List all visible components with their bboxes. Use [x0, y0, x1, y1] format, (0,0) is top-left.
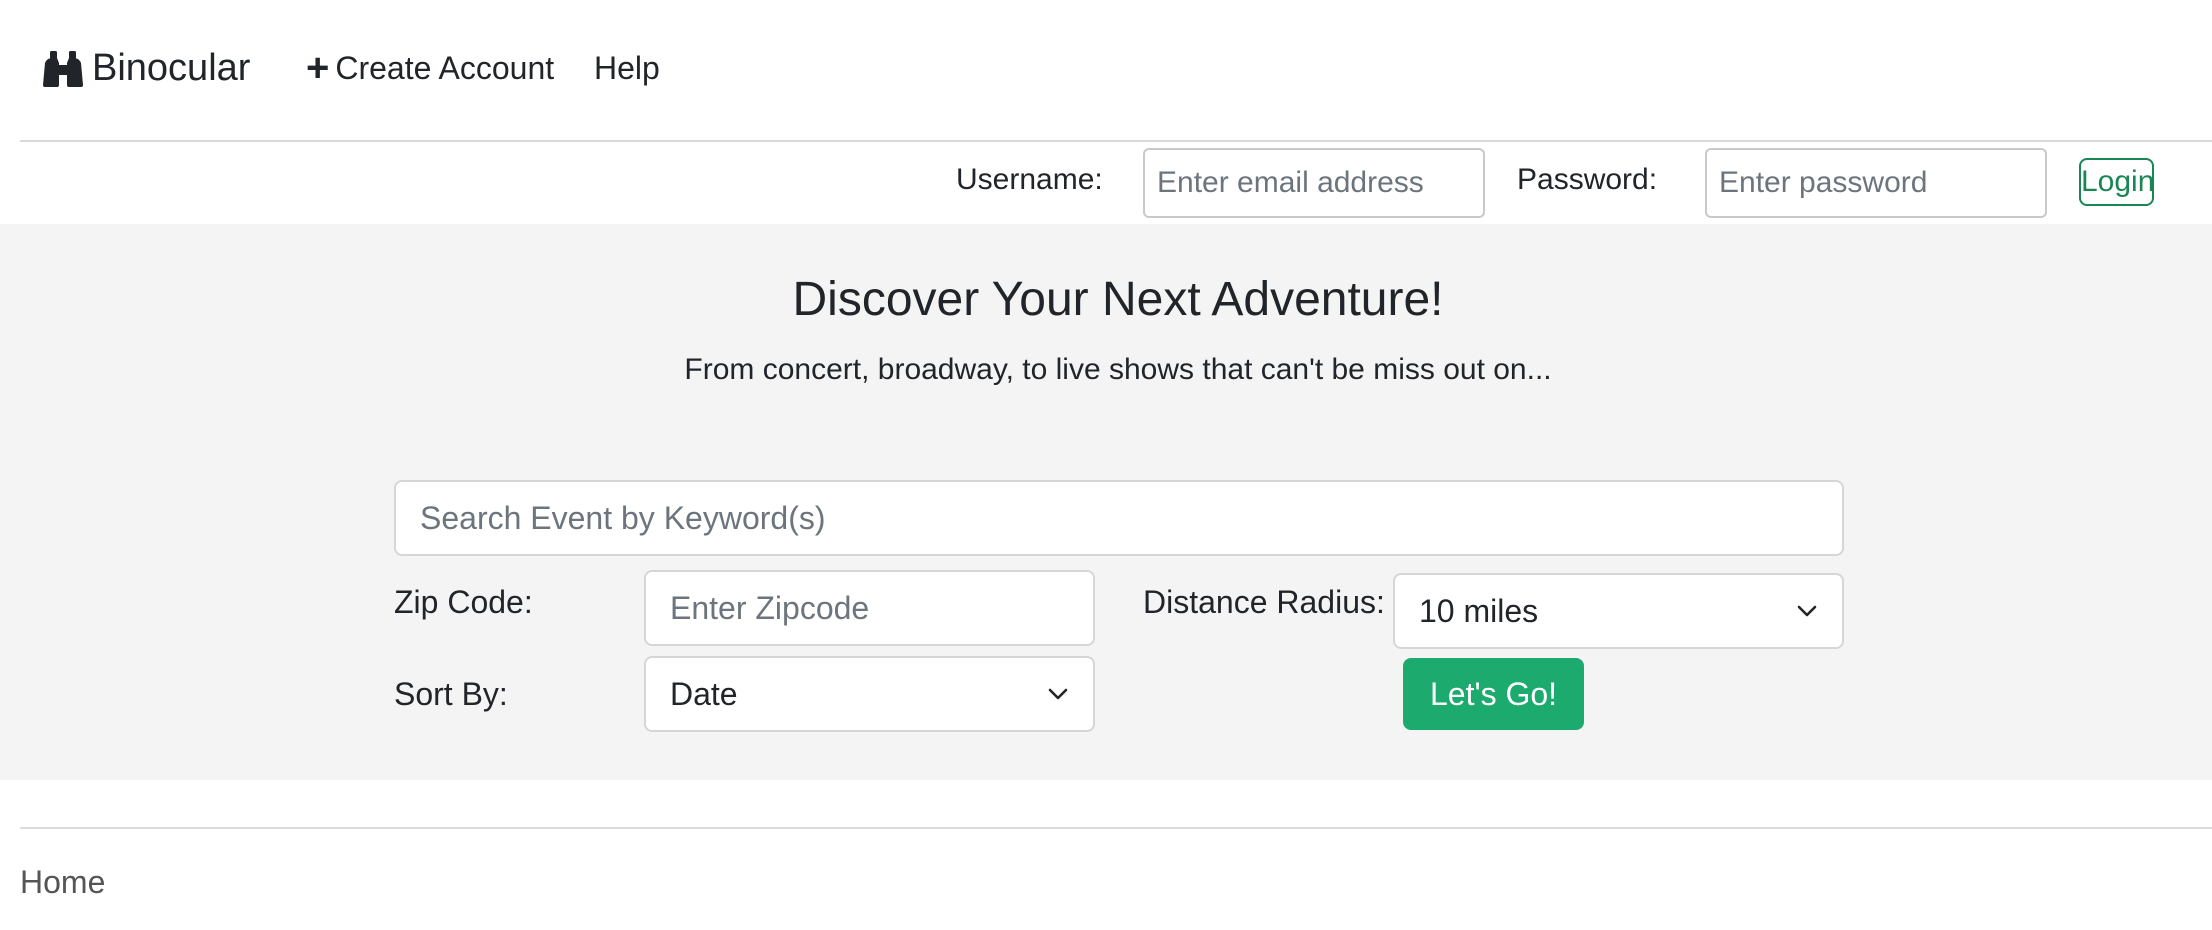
breadcrumb-home: Home	[20, 864, 106, 900]
create-account-link[interactable]: + Create Account	[306, 44, 554, 92]
login-button[interactable]: Login	[2079, 158, 2154, 206]
login-bar: Username: Password: Login	[0, 142, 2212, 224]
zip-code-label: Zip Code:	[394, 584, 533, 620]
distance-radius-label: Distance Radius:	[1143, 584, 1385, 620]
hero-subtitle: From concert, broadway, to live shows th…	[684, 353, 1552, 386]
distance-radius-select[interactable]: 10 miles	[1393, 573, 1844, 649]
keyword-search-input[interactable]	[394, 480, 1844, 556]
username-label: Username:	[956, 163, 1103, 196]
chevron-down-icon	[1796, 600, 1818, 622]
password-input[interactable]	[1705, 148, 2047, 218]
username-input[interactable]	[1143, 148, 1485, 218]
top-navbar: Binocular + Create Account Help	[0, 0, 2212, 140]
plus-icon: +	[306, 46, 330, 90]
breadcrumb: Home	[20, 860, 105, 904]
sort-by-label: Sort By:	[394, 676, 508, 712]
binoculars-icon	[42, 49, 84, 87]
chevron-down-icon	[1047, 683, 1069, 705]
brand-link[interactable]: Binocular	[42, 44, 250, 92]
zip-code-input[interactable]	[644, 570, 1095, 646]
password-label: Password:	[1517, 163, 1658, 196]
distance-radius-value: 10 miles	[1419, 592, 1539, 629]
help-link[interactable]: Help	[594, 44, 660, 92]
lets-go-button[interactable]: Let's Go!	[1403, 658, 1584, 730]
content-divider	[20, 827, 2212, 829]
brand-name: Binocular	[92, 46, 251, 89]
hero-section: Discover Your Next Adventure! From conce…	[0, 224, 2212, 780]
hero-title: Discover Your Next Adventure!	[792, 273, 1444, 326]
create-account-label: Create Account	[335, 50, 555, 86]
sort-by-value: Date	[670, 675, 738, 712]
sort-by-select[interactable]: Date	[644, 656, 1095, 732]
